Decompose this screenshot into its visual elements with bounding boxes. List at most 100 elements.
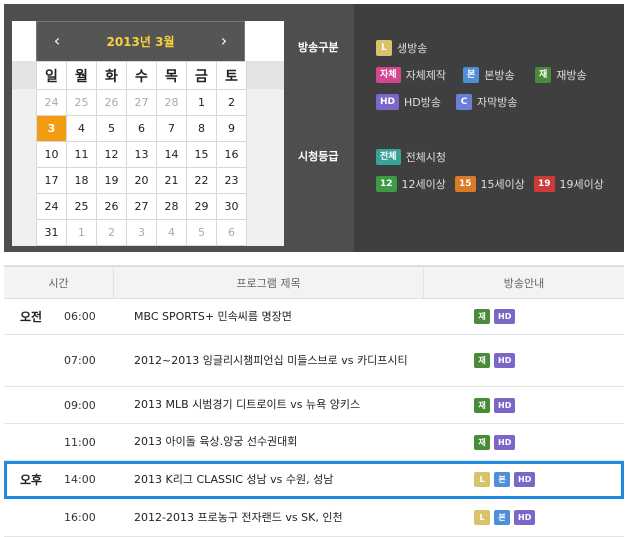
header-time: 시간 [4, 267, 114, 298]
weekday-header: 월 [66, 61, 97, 90]
calendar-day[interactable]: 30 [216, 193, 247, 220]
rerun-badge: 재 [535, 67, 552, 83]
calendar-day[interactable]: 27 [126, 89, 157, 116]
schedule-row[interactable]: 오후 14:00 2013 K리그 CLASSIC 성남 vs 수원, 성남 L 본 HD [4, 461, 624, 499]
program-badge: HD [494, 353, 516, 368]
schedule-row[interactable]: 07:00 2012~2013 잉글리시챔피언십 미들스브로 vs 카디프시티 재 H… [4, 335, 624, 387]
legend-all: 전체 전체시청 [376, 149, 446, 165]
live-badge: L [376, 40, 392, 56]
legend-hd: HD HD방송 [376, 94, 441, 110]
calendar-day[interactable]: 18 [66, 167, 97, 194]
calendar-day[interactable]: 28 [156, 193, 187, 220]
calendar-day[interactable]: 8 [186, 115, 217, 142]
legend-caption-label: 자막방송 [477, 96, 518, 109]
calendar-day[interactable]: 17 [36, 167, 67, 194]
hd-badge: HD [376, 94, 400, 110]
program-time: 14:00 [64, 473, 96, 486]
calendar-day[interactable]: 28 [156, 89, 187, 116]
legend-19: 19 19세이상 [534, 176, 604, 192]
calendar-day[interactable]: 7 [156, 115, 187, 142]
program-title[interactable]: 2013 K리그 CLASSIC 성남 vs 수원, 성남 [114, 461, 424, 498]
calendar-day[interactable]: 3 [126, 219, 157, 246]
calendar-day[interactable]: 14 [156, 141, 187, 168]
weekday-header: 화 [96, 61, 127, 90]
calendar-day[interactable]: 2 [96, 219, 127, 246]
header-info: 방송안내 [503, 276, 545, 290]
schedule-row[interactable]: 09:00 2013 MLB 시범경기 디트로이트 vs 뉴욕 양키스 재 HD [4, 387, 624, 424]
calendar-day[interactable]: 2 [216, 89, 247, 116]
program-info: L 본 HD [424, 461, 624, 498]
schedule-row[interactable]: 16:00 2012-2013 프로농구 전자랜드 vs SK, 인천 L 본 HD [4, 499, 624, 537]
calendar-day[interactable]: 25 [66, 193, 97, 220]
calendar-day[interactable]: 29 [186, 193, 217, 220]
program-title[interactable]: 2013 MLB 시범경기 디트로이트 vs 뉴욕 양키스 [114, 387, 424, 423]
calendar-day[interactable]: 25 [66, 89, 97, 116]
ampm-label [4, 335, 64, 386]
calendar-day[interactable]: 3 [36, 115, 67, 142]
legend-caption: C 자막방송 [456, 94, 517, 110]
program-badge: HD [514, 472, 536, 487]
calendar-day[interactable]: 22 [186, 167, 217, 194]
legend-self: 자체 자체제작 [376, 67, 446, 83]
legend-hd-label: HD방송 [404, 96, 441, 109]
calendar-day[interactable]: 11 [66, 141, 97, 168]
calendar-day[interactable]: 1 [66, 219, 97, 246]
legend-15: 15 15세이상 [455, 176, 525, 192]
program-title[interactable]: 2012-2013 프로농구 전자랜드 vs SK, 인천 [114, 499, 424, 536]
next-month-button[interactable]: › [214, 32, 234, 50]
caption-badge: C [456, 94, 472, 110]
calendar-day[interactable]: 21 [156, 167, 187, 194]
program-badge: L [474, 472, 490, 487]
program-title[interactable]: 2013 아이돌 육상.양궁 선수권대회 [114, 424, 424, 460]
legend-main: 본 본방송 [463, 67, 515, 83]
legend-self-label: 자체제작 [405, 69, 447, 82]
calendar-day[interactable]: 6 [126, 115, 157, 142]
rating-title: 시청등급 [298, 150, 339, 163]
calendar-day[interactable]: 20 [126, 167, 157, 194]
calendar-day[interactable]: 16 [216, 141, 247, 168]
calendar-day[interactable]: 4 [156, 219, 187, 246]
calendar-day[interactable]: 9 [216, 115, 247, 142]
program-badge: 본 [494, 510, 510, 525]
calendar-day[interactable]: 26 [96, 89, 127, 116]
program-title[interactable]: 2012~2013 잉글리시챔피언십 미들스브로 vs 카디프시티 [114, 335, 424, 386]
legend-15-label: 15세이상 [480, 178, 525, 191]
calendar-day[interactable]: 19 [96, 167, 127, 194]
program-time: 07:00 [64, 354, 96, 367]
calendar-day[interactable]: 31 [36, 219, 67, 246]
program-title[interactable]: MBC SPORTS+ 민속씨름 명장면 [114, 299, 424, 334]
calendar-day[interactable]: 24 [36, 89, 67, 116]
legend-main-label: 본방송 [484, 69, 515, 82]
ampm-label: 오전 [20, 310, 43, 324]
schedule-row[interactable]: 11:00 2013 아이돌 육상.양궁 선수권대회 재 HD [4, 424, 624, 461]
calendar-month-title: 2013년 3월 [106, 35, 175, 49]
all-rating-badge: 전체 [376, 149, 401, 165]
prev-month-button[interactable]: ‹ [47, 32, 67, 50]
calendar-day[interactable]: 4 [66, 115, 97, 142]
calendar-day[interactable]: 5 [96, 115, 127, 142]
calendar: ‹ 2013년 3월 › 일월화수목금토 24 25 26 27 28 1 2 3 4 5 6 7 8 9… [12, 21, 284, 246]
rating-15-badge: 15 [455, 176, 476, 192]
calendar-day[interactable]: 5 [186, 219, 217, 246]
top-panel: ‹ 2013년 3월 › 일월화수목금토 24 25 26 27 28 1 2 3 4 5 6 7 8 9… [4, 4, 624, 252]
legend-rerun: 재 재방송 [535, 67, 587, 83]
main-badge: 본 [463, 67, 480, 83]
program-badge: L [474, 510, 490, 525]
legend-rerun-label: 재방송 [556, 69, 587, 82]
calendar-day[interactable]: 10 [36, 141, 67, 168]
calendar-day[interactable]: 24 [36, 193, 67, 220]
calendar-day[interactable]: 12 [96, 141, 127, 168]
schedule-header: 시간 프로그램 제목 방송안내 [4, 265, 624, 299]
calendar-day[interactable]: 27 [126, 193, 157, 220]
calendar-day[interactable]: 1 [186, 89, 217, 116]
weekday-header: 목 [156, 61, 187, 90]
calendar-day[interactable]: 26 [96, 193, 127, 220]
calendar-day[interactable]: 23 [216, 167, 247, 194]
schedule-row[interactable]: 오전 06:00 MBC SPORTS+ 민속씨름 명장면 재 HD [4, 299, 624, 335]
legend-12: 12 12세이상 [376, 176, 446, 192]
calendar-day[interactable]: 15 [186, 141, 217, 168]
calendar-day[interactable]: 6 [216, 219, 247, 246]
calendar-day[interactable]: 13 [126, 141, 157, 168]
program-badge: HD [494, 309, 516, 324]
calendar-grid: 일월화수목금토 24 25 26 27 28 1 2 3 4 5 6 7 8 9 10 11 12 13 14 15 1… [36, 61, 247, 246]
